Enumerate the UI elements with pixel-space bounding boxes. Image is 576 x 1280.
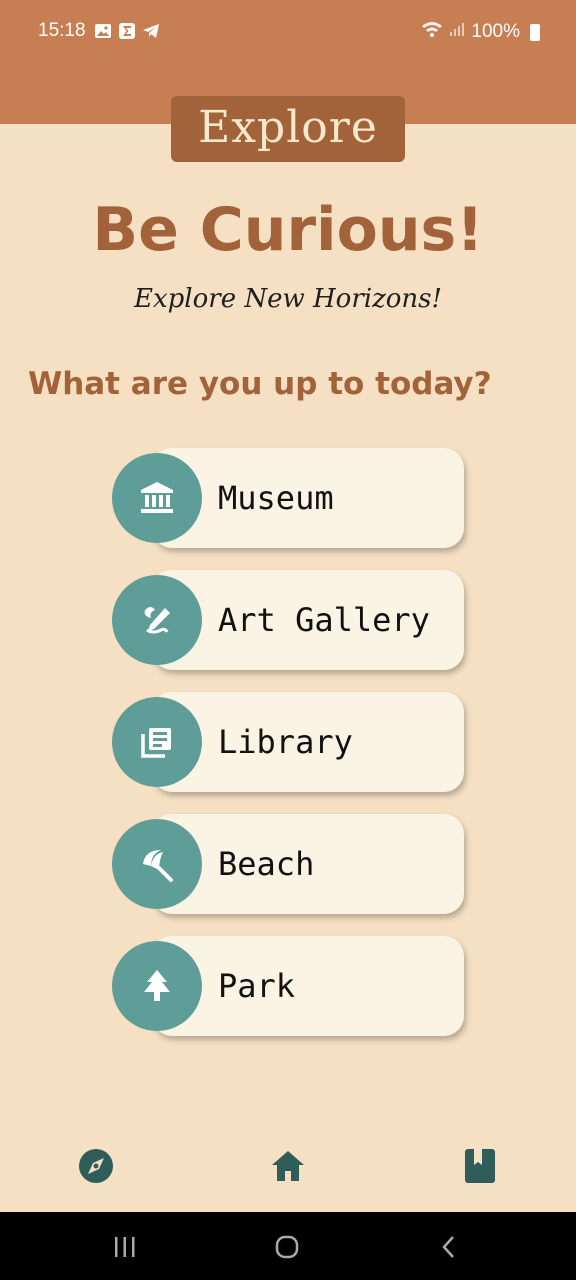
brush-pencil-icon [144, 607, 170, 634]
wifi-icon [421, 20, 443, 44]
status-notification-icons [94, 22, 160, 40]
bookmark-book-icon [465, 1149, 495, 1183]
options-list: Museum Art Gallery Library Beach Park [112, 448, 472, 1058]
option-art-gallery[interactable]: Art Gallery [112, 570, 464, 670]
beach-umbrella-icon [143, 850, 173, 882]
battery-percent: 100% [471, 21, 520, 42]
system-navigation-bar [0, 1212, 576, 1280]
back-button[interactable] [435, 1234, 463, 1260]
hero-headline: Be Curious! [92, 195, 484, 265]
nav-home-button[interactable] [268, 1146, 308, 1186]
nav-explore-button[interactable] [76, 1146, 116, 1186]
prompt-question: What are you up to today? [28, 366, 492, 402]
status-time: 15:18 [38, 20, 86, 41]
hero-subheadline: Explore New Horizons! [134, 284, 442, 314]
option-icon-circle[interactable] [112, 819, 202, 909]
option-label: Beach [218, 845, 315, 883]
option-label: Art Gallery [218, 601, 430, 639]
option-library[interactable]: Library [112, 692, 464, 792]
battery-icon [530, 23, 540, 41]
option-label: Library [218, 723, 353, 761]
option-label: Park [218, 967, 296, 1005]
back-chevron-icon [442, 1236, 454, 1258]
gallery-icon [94, 22, 112, 40]
option-icon-circle[interactable] [112, 575, 202, 665]
option-label: Museum [218, 479, 334, 517]
option-beach[interactable]: Beach [112, 814, 464, 914]
home-circle-icon [275, 1235, 299, 1259]
page-title: Explore [171, 96, 405, 162]
home-system-button[interactable] [273, 1234, 301, 1260]
cell-signal-icon [449, 21, 465, 43]
bottom-nav [0, 1130, 576, 1212]
option-icon-circle[interactable] [112, 697, 202, 787]
status-bar: 15:18 100% [0, 0, 576, 64]
library-books-icon [141, 728, 171, 758]
status-right-group: 100% [421, 20, 540, 44]
option-museum[interactable]: Museum [112, 448, 464, 548]
option-park[interactable]: Park [112, 936, 464, 1036]
telegram-icon [142, 22, 160, 40]
option-icon-circle[interactable] [112, 941, 202, 1031]
sigma-app-icon [118, 22, 136, 40]
home-icon [272, 1151, 304, 1181]
museum-icon [141, 482, 173, 513]
option-icon-circle[interactable] [112, 453, 202, 543]
recents-icon [115, 1237, 135, 1257]
nav-book-button[interactable] [460, 1146, 500, 1186]
tree-icon [144, 970, 170, 1001]
compass-icon [79, 1149, 113, 1183]
recents-button[interactable] [111, 1234, 139, 1260]
